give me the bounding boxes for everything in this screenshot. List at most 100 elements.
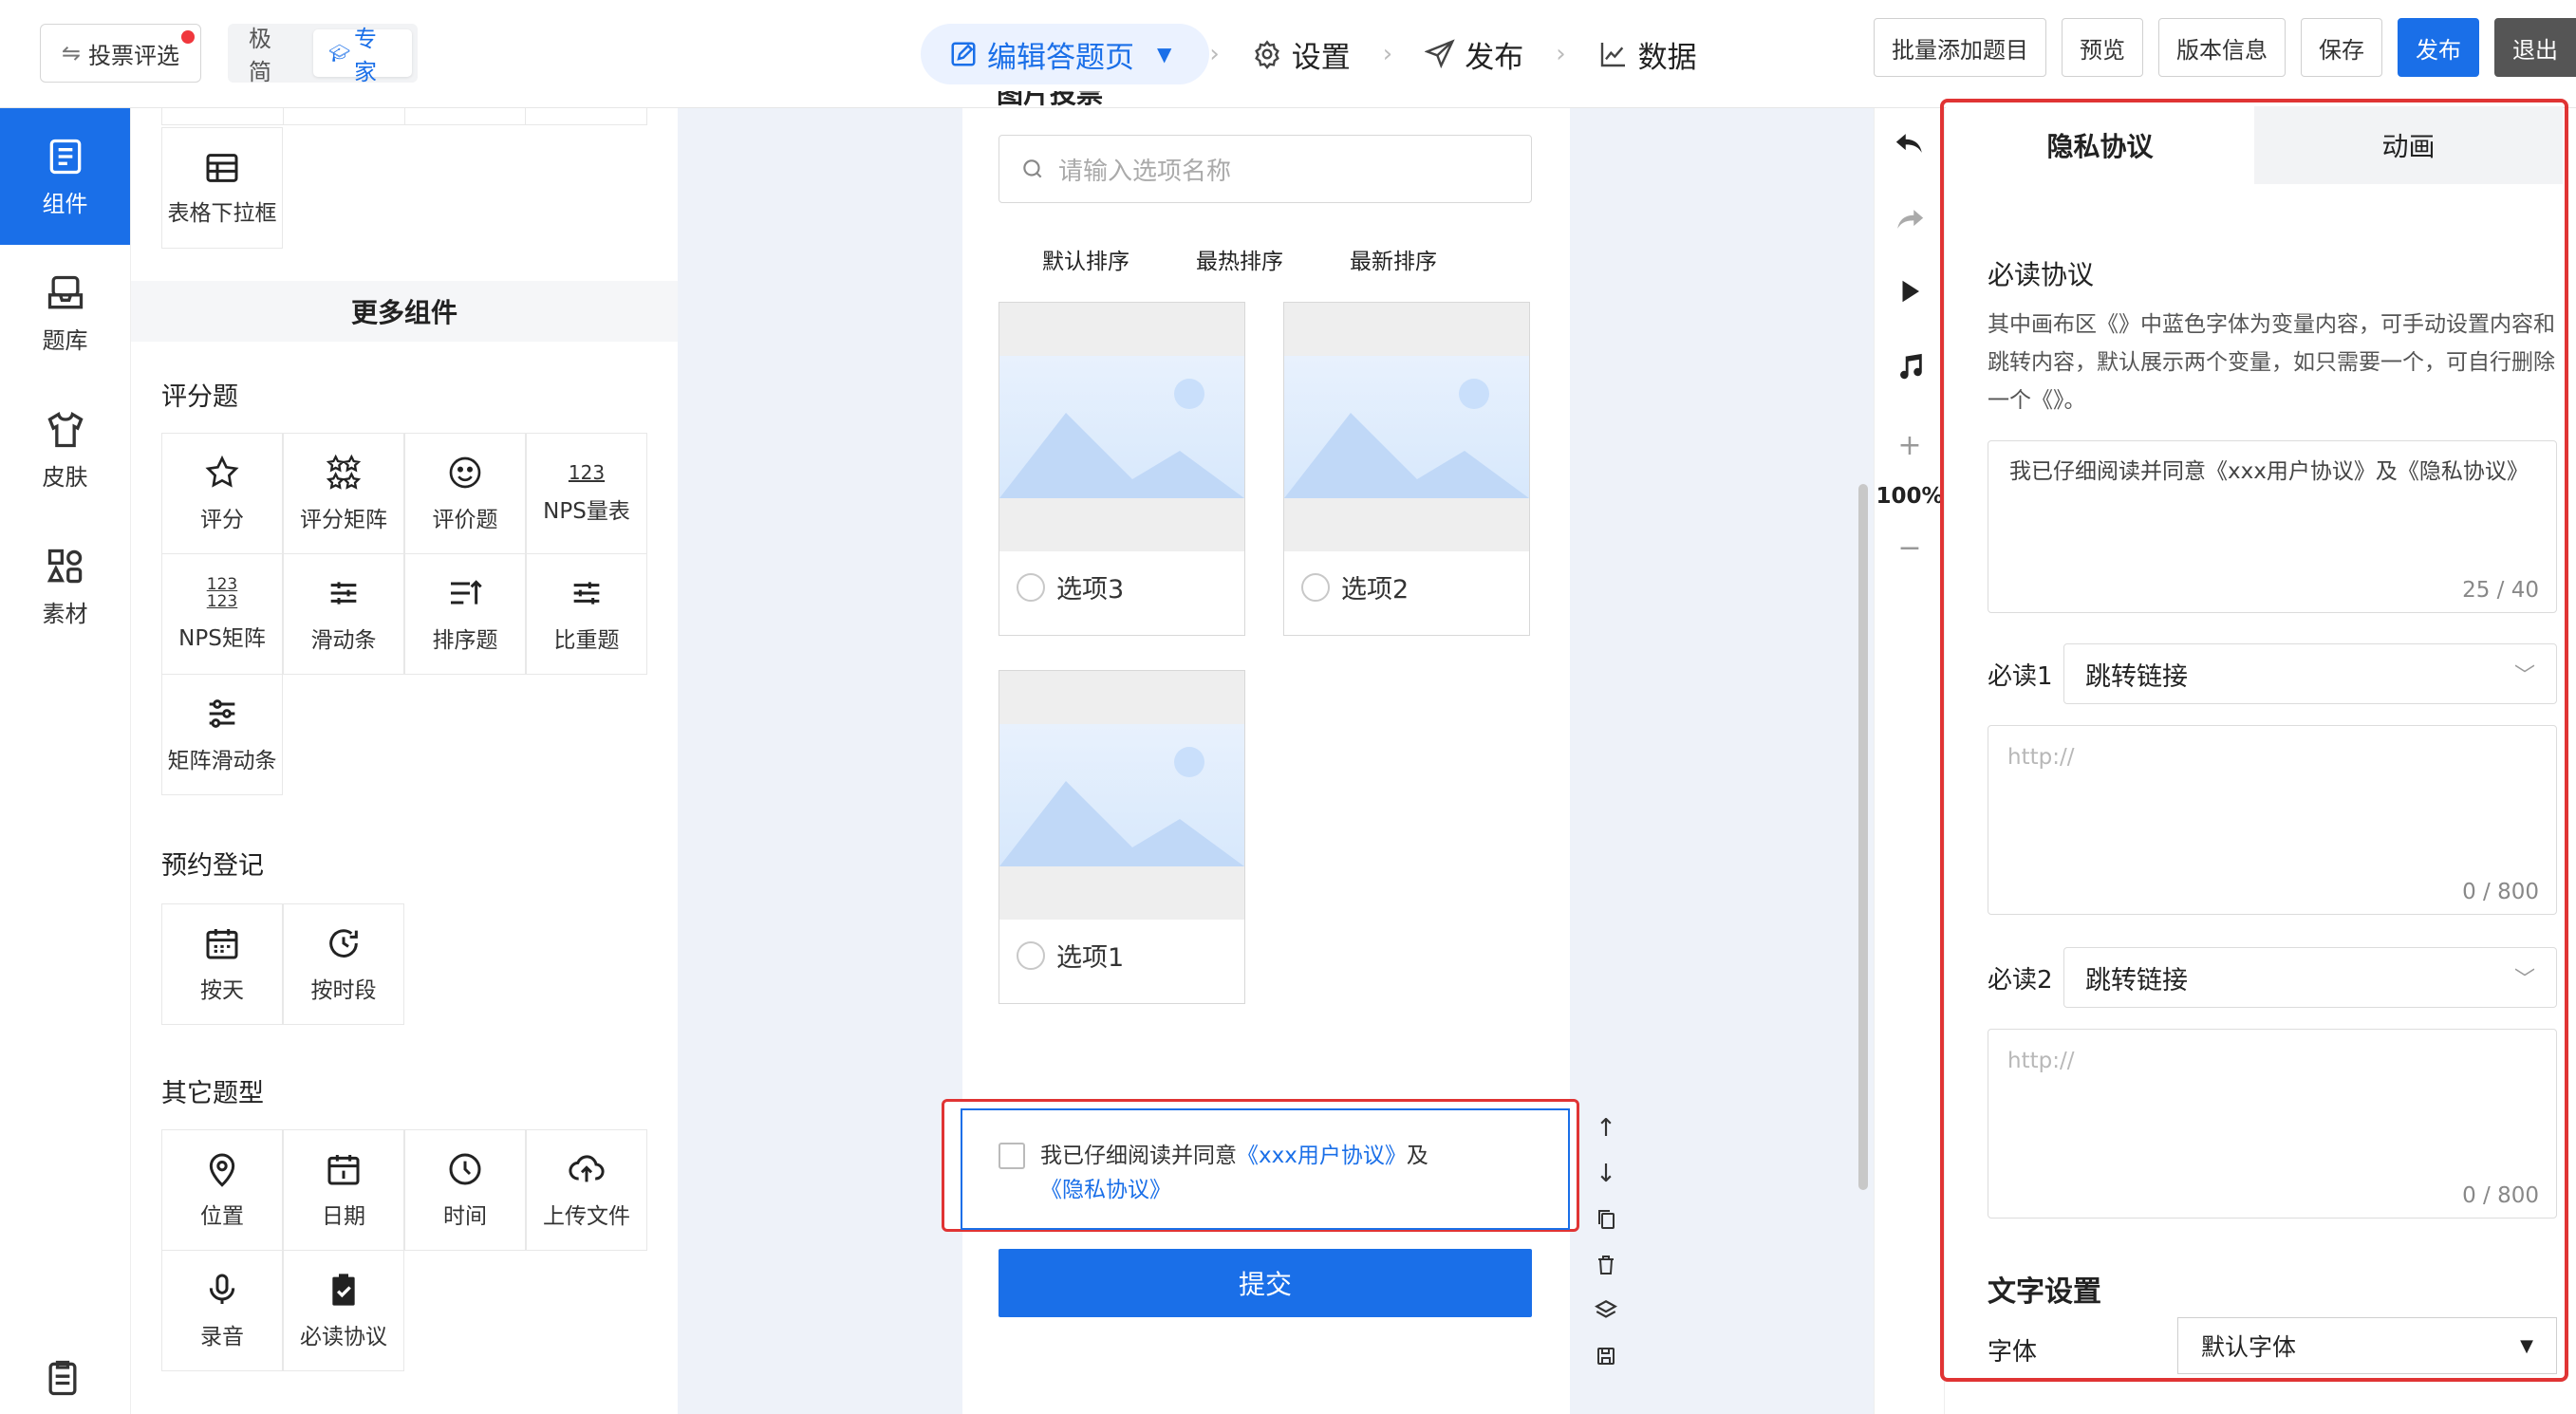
play-icon[interactable] — [1875, 277, 1945, 306]
url-placeholder: http:// — [2007, 745, 2075, 770]
component-label: 矩阵滑动条 — [167, 749, 277, 773]
component-rating-matrix[interactable]: 评分矩阵 — [283, 433, 404, 554]
component-upload[interactable]: 上传文件 — [526, 1129, 647, 1251]
batch-add-button[interactable]: 批量添加题目 — [1874, 18, 2046, 77]
component-table-dropdown[interactable]: 表格下拉框 — [161, 127, 283, 249]
rating-grid: 评分 评分矩阵 评价题 123 NPS量表 123 123 NPS矩阵 滑动条 排… — [161, 433, 647, 795]
step-publish[interactable]: 发布 — [1392, 24, 1556, 84]
preview-button[interactable]: 预览 — [2062, 18, 2143, 77]
tab-animation[interactable]: 动画 — [2254, 106, 2563, 184]
save-block-icon[interactable] — [1589, 1340, 1623, 1372]
component-location[interactable]: 位置 — [161, 1129, 283, 1251]
sort-new[interactable]: 最新排序 — [1350, 243, 1437, 275]
sliders-icon — [330, 582, 357, 605]
char-count: 0 / 800 — [2462, 1183, 2539, 1208]
read1-url-input[interactable]: http:// 0 / 800 — [1988, 725, 2557, 915]
property-tabs: 隐私协议 动画 — [1946, 106, 2563, 184]
component-by-day[interactable]: 按天 — [161, 903, 283, 1025]
step-data[interactable]: 数据 — [1566, 24, 1729, 84]
required-agreement-title: 必读协议 — [1988, 259, 2095, 290]
chevron-down-icon: ﹀ — [2513, 968, 2535, 992]
zoom-level: 100% — [1876, 484, 1944, 509]
url-placeholder: http:// — [2007, 1049, 2075, 1073]
agreement-text: 我已仔细阅读并同意《xxx用户协议》及 《隐私协议》 — [1040, 1144, 1428, 1202]
exit-button[interactable]: 退出 — [2494, 18, 2576, 77]
font-select[interactable]: 默认字体 ▼ — [2177, 1317, 2557, 1374]
agreement-text-input[interactable]: 我已仔细阅读并同意《xxx用户协议》及《隐私协议》 25 / 40 — [1988, 440, 2557, 613]
zoom-in-icon[interactable]: + — [1875, 429, 1945, 462]
radio-circle[interactable] — [1017, 572, 1045, 602]
component-weight[interactable]: 比重题 — [526, 553, 647, 675]
agreement-link-user[interactable]: 《xxx用户协议》 — [1237, 1144, 1407, 1168]
move-up-icon[interactable]: ↑ — [1589, 1112, 1623, 1144]
step-edit[interactable]: 编辑答题页 ▼ — [921, 24, 1210, 84]
option-search-input[interactable]: 请输入选项名称 — [999, 135, 1532, 203]
submit-button[interactable]: 提交 — [999, 1249, 1532, 1317]
read2-url-input[interactable]: http:// 0 / 800 — [1988, 1029, 2557, 1219]
image-placeholder — [999, 671, 1244, 920]
component-required-agreement[interactable]: 必读协议 — [283, 1250, 404, 1371]
rail-library[interactable]: 题库 — [0, 245, 130, 381]
component-time[interactable]: 时间 — [404, 1129, 526, 1251]
read2-link-type-select[interactable]: 跳转链接 ﹀ — [2063, 947, 2557, 1008]
move-down-icon[interactable]: ↓ — [1589, 1158, 1623, 1190]
radio-circle[interactable] — [1301, 572, 1330, 602]
rail-material-label: 素材 — [42, 600, 88, 627]
agreement-link-privacy[interactable]: 《隐私协议》 — [1040, 1178, 1171, 1202]
search-placeholder: 请输入选项名称 — [1058, 157, 1232, 186]
rail-components[interactable]: 组件 — [0, 108, 130, 245]
section-title-cut: 图片投票 — [997, 91, 1104, 109]
agreement-checkbox[interactable] — [999, 1143, 1025, 1169]
music-icon[interactable] — [1875, 351, 1945, 383]
component-date[interactable]: 日期 — [283, 1129, 404, 1251]
component-ranking[interactable]: 排序题 — [404, 553, 526, 675]
tab-privacy-agreement[interactable]: 隐私协议 — [1946, 106, 2254, 184]
canvas-scrollbar[interactable] — [1858, 484, 1868, 1190]
option-card[interactable]: 选项1 — [999, 670, 1245, 1004]
clock-icon — [449, 1153, 481, 1185]
version-info-button[interactable]: 版本信息 — [2158, 18, 2286, 77]
sort-default[interactable]: 默认排序 — [1042, 243, 1129, 275]
location-pin-icon — [209, 1153, 235, 1187]
component-rating[interactable]: 评分 — [161, 433, 283, 554]
rail-material[interactable]: 素材 — [0, 518, 130, 655]
grid-remnant — [161, 108, 647, 125]
mode-simple[interactable]: 极简 — [233, 26, 308, 85]
undo-icon[interactable] — [1875, 127, 1945, 159]
component-nps-matrix[interactable]: 123 123 NPS矩阵 — [161, 553, 283, 675]
component-recording[interactable]: 录音 — [161, 1250, 283, 1371]
step-settings[interactable]: 设置 — [1220, 24, 1383, 84]
section-other-title: 其它题型 — [161, 1079, 264, 1108]
mode-expert[interactable]: 🎓︎ 专家 — [313, 26, 412, 85]
clipboard-icon[interactable] — [42, 1357, 84, 1403]
option-card[interactable]: 选项3 — [999, 302, 1245, 636]
sort-hot[interactable]: 最热排序 — [1196, 243, 1283, 275]
component-matrix-slider[interactable]: 矩阵滑动条 — [161, 674, 283, 795]
component-label: 滑动条 — [310, 628, 377, 653]
layers-icon[interactable] — [1589, 1294, 1623, 1327]
vote-filter-button[interactable]: ⇋ 投票评选 — [40, 24, 201, 83]
component-label: NPS量表 — [543, 499, 630, 524]
option-radio[interactable]: 选项1 — [1017, 937, 1124, 974]
option-card[interactable]: 选项2 — [1283, 302, 1530, 636]
option-radio[interactable]: 选项3 — [1017, 568, 1124, 605]
option-radio[interactable]: 选项2 — [1301, 568, 1409, 605]
text-settings-title: 文字设置 — [1988, 1275, 2101, 1309]
step-data-label: 数据 — [1637, 40, 1697, 75]
component-label: 评价题 — [432, 508, 498, 532]
component-evaluation[interactable]: 评价题 — [404, 433, 526, 554]
read1-link-type-select[interactable]: 跳转链接 ﹀ — [2063, 643, 2557, 704]
copy-icon[interactable] — [1589, 1203, 1623, 1236]
font-label: 字体 — [1988, 1338, 2038, 1367]
delete-icon[interactable] — [1589, 1249, 1623, 1281]
publish-button[interactable]: 发布 — [2398, 18, 2479, 77]
component-nps-scale[interactable]: 123 NPS量表 — [526, 433, 647, 554]
component-by-timeslot[interactable]: 按时段 — [283, 903, 404, 1025]
redo-icon[interactable] — [1875, 203, 1945, 235]
radio-circle[interactable] — [1017, 940, 1045, 970]
rail-skin[interactable]: 皮肤 — [0, 381, 130, 518]
step-publish-label: 发布 — [1465, 40, 1524, 75]
component-slider[interactable]: 滑动条 — [283, 553, 404, 675]
zoom-out-icon[interactable]: − — [1875, 531, 1945, 565]
save-button[interactable]: 保存 — [2301, 18, 2382, 77]
